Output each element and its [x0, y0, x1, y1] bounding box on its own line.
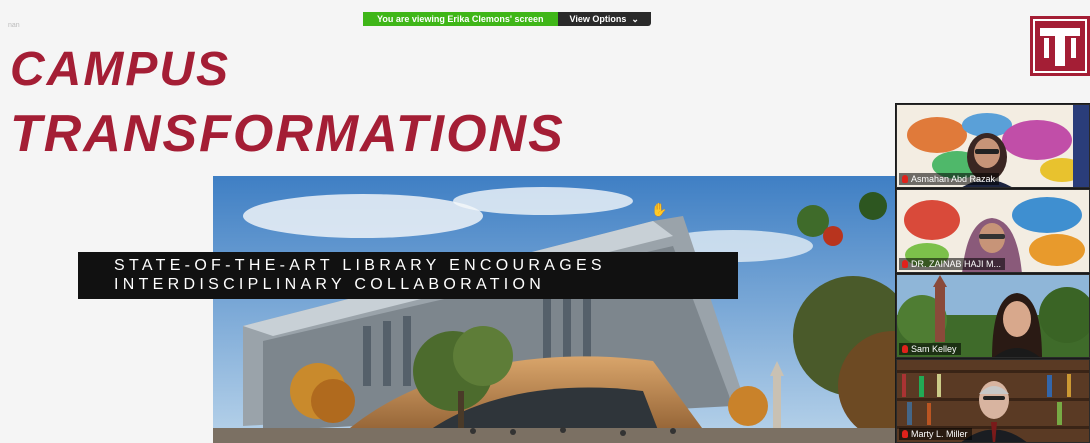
chevron-down-icon: ⌄ [631, 14, 639, 24]
library-photo [213, 176, 913, 443]
participant-name: Marty L. Miller [911, 429, 968, 439]
participant-tile[interactable]: Marty L. Miller [896, 359, 1090, 443]
screen-share-banner: You are viewing Erika Clemons' screen Vi… [363, 12, 651, 26]
participant-name: Asmahan Abd Razak [911, 174, 996, 184]
slide-title-line1: CAMPUS [10, 43, 231, 96]
participant-name: Sam Kelley [911, 344, 957, 354]
slide-caption: STATE-OF-THE-ART LIBRARY ENCOURAGES INTE… [78, 252, 738, 299]
temple-t-logo [1030, 16, 1090, 76]
participant-name-tag: DR. ZAINAB HAJI M... [899, 258, 1006, 270]
caption-line1: STATE-OF-THE-ART LIBRARY ENCOURAGES [114, 257, 606, 274]
view-options-button[interactable]: View Options ⌄ [557, 12, 651, 26]
participant-name: DR. ZAINAB HAJI M... [911, 259, 1002, 269]
hand-cursor-icon: ✋ [651, 202, 668, 217]
caption-line2: INTERDISCIPLINARY COLLABORATION [114, 276, 546, 293]
shared-screen: You are viewing Erika Clemons' screen Vi… [0, 0, 1090, 443]
share-message: You are viewing Erika Clemons' screen [363, 12, 558, 26]
corner-label: nan [8, 22, 20, 29]
participant-tile[interactable]: Asmahan Abd Razak [896, 104, 1090, 188]
muted-mic-icon [902, 260, 908, 268]
participant-name-tag: Marty L. Miller [899, 428, 972, 440]
muted-mic-icon [902, 175, 908, 183]
muted-mic-icon [902, 430, 908, 438]
view-options-label: View Options [569, 14, 627, 24]
participant-tile[interactable]: Sam Kelley [896, 274, 1090, 358]
participant-name-tag: Sam Kelley [899, 343, 961, 355]
muted-mic-icon [902, 345, 908, 353]
participant-tile[interactable]: DR. ZAINAB HAJI M... [896, 189, 1090, 273]
slide-title-line2: TRANSFORMATIONS [10, 105, 565, 163]
participant-name-tag: Asmahan Abd Razak [899, 173, 1000, 185]
participant-video-strip: Asmahan Abd Razak DR. ZAINAB HAJI M... S… [895, 103, 1090, 443]
